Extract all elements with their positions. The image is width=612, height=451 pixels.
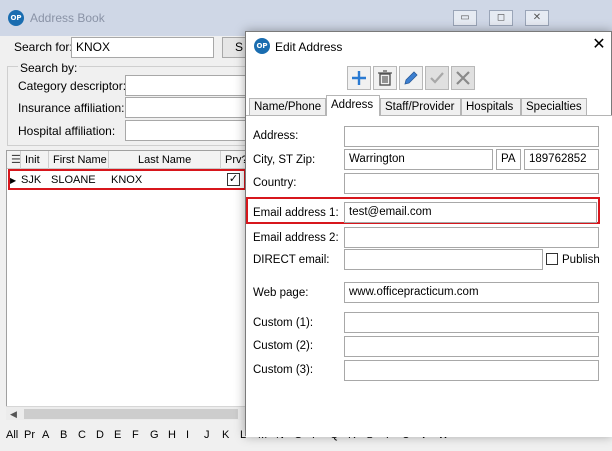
column-init[interactable]: Init — [25, 151, 40, 169]
minimize-button[interactable]: ▭ — [453, 10, 477, 26]
alpha-filter-h[interactable]: H — [168, 426, 176, 444]
alpha-filter-b[interactable]: B — [60, 426, 67, 444]
tab-specialties[interactable]: Specialties — [521, 98, 587, 116]
window-title: Address Book — [30, 11, 105, 25]
check-icon — [430, 72, 444, 84]
search-input[interactable]: KNOX — [71, 37, 214, 58]
close-icon[interactable]: ✕ — [589, 35, 609, 55]
custom3-label: Custom (3): — [253, 364, 314, 376]
web-page-label: Web page: — [253, 287, 309, 299]
custom1-input[interactable] — [344, 312, 599, 333]
direct-email-label: DIRECT email: — [253, 254, 330, 266]
dialog-title: Edit Address — [275, 40, 343, 54]
email2-label: Email address 2: — [253, 232, 339, 244]
address-label: Address: — [253, 130, 299, 142]
hospital-input[interactable] — [125, 120, 250, 141]
email1-label: Email address 1: — [253, 207, 339, 219]
app-logo-icon: OP — [254, 38, 270, 54]
cancel-button[interactable] — [451, 66, 475, 90]
tab-address[interactable]: Address — [326, 95, 380, 116]
tab-strip: Name/Phone Address Staff/Provider Hospit… — [246, 95, 612, 116]
selected-row-highlight[interactable] — [8, 169, 246, 190]
direct-email-input[interactable] — [344, 249, 543, 270]
city-input[interactable]: Warrington — [344, 149, 493, 170]
city-label: City, ST Zip: — [253, 154, 316, 166]
alpha-filter-pr[interactable]: Pr — [24, 426, 35, 444]
pencil-icon — [404, 71, 418, 85]
alpha-filter-j[interactable]: J — [204, 426, 210, 444]
close-button[interactable]: ✕ — [525, 10, 549, 26]
category-input[interactable] — [125, 75, 250, 96]
alpha-filter-i[interactable]: I — [186, 426, 189, 444]
alpha-filter-c[interactable]: C — [78, 426, 86, 444]
tab-name-phone[interactable]: Name/Phone — [249, 98, 326, 116]
scroll-left-icon[interactable]: ◀ — [10, 407, 17, 421]
horizontal-scrollbar[interactable]: ◀ — [6, 406, 246, 420]
alpha-filter-a[interactable]: A — [42, 426, 49, 444]
custom2-input[interactable] — [344, 336, 599, 357]
column-last-name[interactable]: Last Name — [138, 151, 191, 169]
search-label: Search for: — [14, 40, 73, 54]
edit-button[interactable] — [399, 66, 423, 90]
maximize-button[interactable]: ◻ — [489, 10, 513, 26]
column-first-name[interactable]: First Name — [53, 151, 107, 169]
scroll-thumb[interactable] — [24, 409, 238, 419]
insurance-input[interactable] — [125, 97, 250, 118]
country-label: Country: — [253, 177, 297, 189]
category-label: Category descriptor: — [18, 79, 127, 93]
search-by-label: Search by: — [18, 61, 80, 75]
publish-label: Publish — [562, 254, 600, 266]
x-icon — [456, 71, 470, 85]
alpha-filter-all[interactable]: All — [6, 426, 18, 444]
add-icon — [352, 71, 366, 85]
insurance-label: Insurance affiliation: — [18, 101, 125, 115]
alpha-filter-d[interactable]: D — [96, 426, 104, 444]
trash-icon — [378, 70, 392, 86]
zip-input[interactable]: 189762852 — [524, 149, 599, 170]
email1-input[interactable]: test@email.com — [344, 202, 597, 223]
add-button[interactable] — [347, 66, 371, 90]
address-input[interactable] — [344, 126, 599, 147]
grid-header: ☰ Init First Name Last Name Prv? — [7, 151, 248, 169]
web-page-input[interactable]: www.officepracticum.com — [344, 282, 599, 303]
tab-staff-provider[interactable]: Staff/Provider — [380, 98, 461, 116]
state-input[interactable]: PA — [496, 149, 521, 170]
publish-checkbox[interactable] — [546, 253, 558, 265]
delete-button[interactable] — [373, 66, 397, 90]
country-input[interactable] — [344, 173, 599, 194]
custom3-input[interactable] — [344, 360, 599, 381]
results-grid[interactable]: ☰ Init First Name Last Name Prv? ▶ SJK S… — [6, 150, 248, 420]
save-button[interactable] — [425, 66, 449, 90]
alpha-filter-g[interactable]: G — [150, 426, 159, 444]
alpha-filter-k[interactable]: K — [222, 426, 229, 444]
alpha-filter-f[interactable]: F — [132, 426, 139, 444]
prv-checkbox[interactable]: ✓ — [227, 173, 240, 186]
app-logo-icon: OP — [8, 10, 24, 26]
custom2-label: Custom (2): — [253, 340, 314, 352]
email2-input[interactable] — [344, 227, 599, 248]
custom1-label: Custom (1): — [253, 317, 314, 329]
hospital-label: Hospital affiliation: — [18, 124, 116, 138]
alpha-filter-e[interactable]: E — [114, 426, 121, 444]
edit-address-dialog: OP Edit Address ✕ Name/Phone Address Sta… — [245, 31, 612, 437]
tab-hospitals[interactable]: Hospitals — [461, 98, 521, 116]
